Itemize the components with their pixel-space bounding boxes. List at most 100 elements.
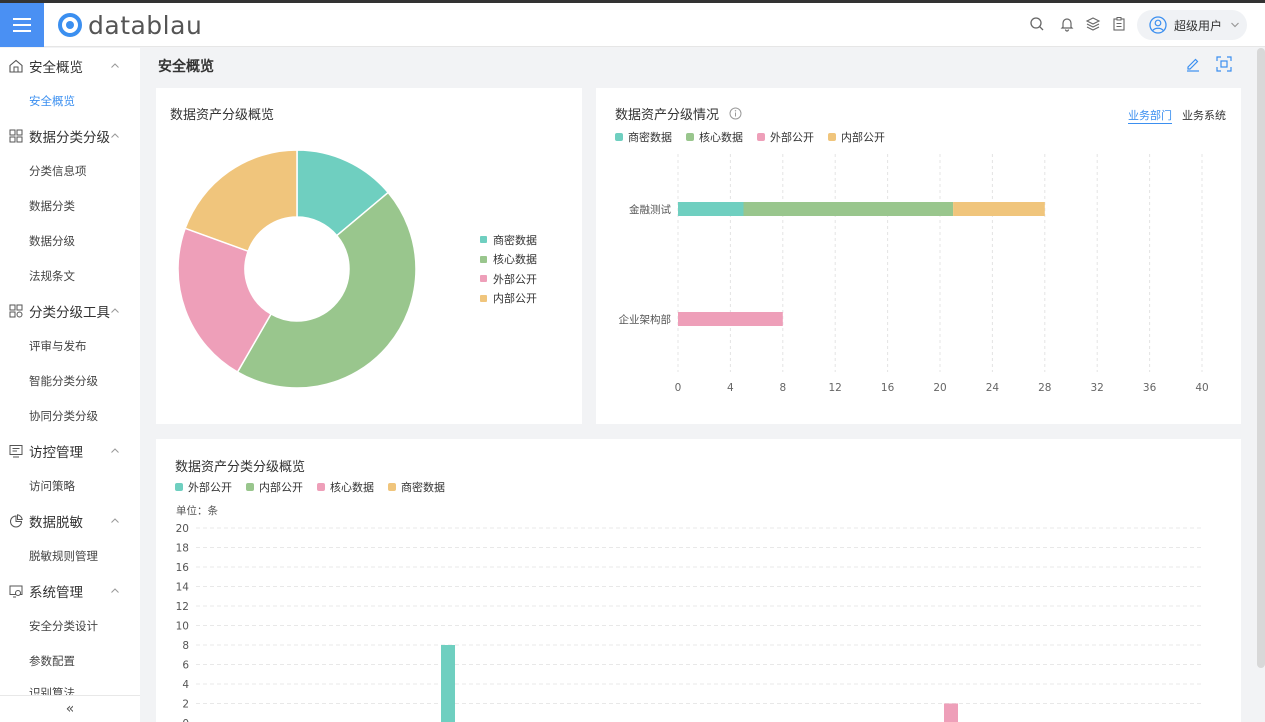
legend-item[interactable]: 商密数据 xyxy=(615,129,672,145)
sidebar-item-param-config[interactable]: 参数配置 xyxy=(0,643,140,678)
chevron-up-icon xyxy=(111,518,119,523)
legend-item[interactable]: 内部公开 xyxy=(480,289,537,309)
sidebar-item-classification-info[interactable]: 分类信息项 xyxy=(0,153,140,188)
legend-swatch xyxy=(175,483,183,491)
bar-segment[interactable] xyxy=(678,202,744,216)
x-tick-label: 36 xyxy=(1143,382,1157,394)
legend-swatch xyxy=(686,133,694,141)
x-tick-label: 8 xyxy=(779,382,786,394)
legend-item[interactable]: 商密数据 xyxy=(388,479,445,495)
bar-segment[interactable] xyxy=(743,202,954,216)
logo-mark-icon xyxy=(58,13,82,37)
legend-label: 外部公开 xyxy=(770,131,814,144)
chevron-down-icon xyxy=(1231,22,1239,28)
sidebar-item-security-classification-design[interactable]: 安全分类设计 xyxy=(0,608,140,643)
legend-label: 外部公开 xyxy=(188,481,232,494)
fullscreen-button[interactable] xyxy=(1216,56,1232,75)
legend-label: 商密数据 xyxy=(401,481,445,494)
sidebar-group-label: 访控管理 xyxy=(29,444,83,461)
legend-item[interactable]: 核心数据 xyxy=(480,250,537,270)
sidebar-item-masking-rules[interactable]: 脱敏规则管理 xyxy=(0,538,140,573)
logo-text: datablau xyxy=(88,10,203,40)
chevron-up-icon xyxy=(111,308,119,313)
page-scrollbar[interactable] xyxy=(1257,48,1265,668)
sidebar-group-security-overview[interactable]: 安全概览 xyxy=(0,48,140,83)
home-icon xyxy=(9,59,23,73)
sidebar-item-regulations[interactable]: 法规条文 xyxy=(0,258,140,293)
y-category-label: 金融测试 xyxy=(629,203,671,216)
toggle-business-department[interactable]: 业务部门 xyxy=(1128,109,1172,124)
legend-item[interactable]: 商密数据 xyxy=(480,230,537,250)
group-toggle: 业务部门 业务系统 xyxy=(1118,107,1226,124)
sidebar-item-access-policy[interactable]: 访问策略 xyxy=(0,468,140,503)
legend-item[interactable]: 外部公开 xyxy=(480,269,537,289)
layers-icon[interactable] xyxy=(1084,15,1102,33)
header-icons xyxy=(1020,15,1128,33)
vbar-legend: 外部公开 内部公开 核心数据 商密数据 xyxy=(175,479,459,495)
bar-segment[interactable] xyxy=(678,312,783,326)
y-tick-label: 16 xyxy=(176,562,190,574)
sidebar-item-data-grading[interactable]: 数据分级 xyxy=(0,223,140,258)
sidebar-item-collab-classification[interactable]: 协同分类分级 xyxy=(0,398,140,433)
legend-label: 商密数据 xyxy=(628,131,672,144)
sidebar-item-review-publish[interactable]: 评审与发布 xyxy=(0,328,140,363)
clipboard-icon[interactable] xyxy=(1110,15,1128,33)
legend-item[interactable]: 核心数据 xyxy=(686,129,743,145)
y-tick-label: 2 xyxy=(182,699,189,711)
menu-toggle-button[interactable] xyxy=(0,3,44,47)
sidebar-group-data-masking[interactable]: 数据脱敏 xyxy=(0,503,140,538)
settings-screen-icon xyxy=(9,585,23,597)
sidebar-item-security-overview[interactable]: 安全概览 xyxy=(0,83,140,118)
bar[interactable] xyxy=(441,645,455,722)
legend-label: 核心数据 xyxy=(699,131,743,144)
chevron-up-icon xyxy=(111,448,119,453)
sidebar-group-classification-tools[interactable]: 分类分级工具 xyxy=(0,293,140,328)
bar-segment[interactable] xyxy=(953,202,1045,216)
user-avatar-icon xyxy=(1149,16,1167,34)
legend-swatch xyxy=(757,133,765,141)
sidebar-group-label: 系统管理 xyxy=(29,584,83,601)
asset-grading-overview-card: 数据资产分级概览 商密数据 核心数据 外部公开 内部公开 xyxy=(156,88,582,424)
x-tick-label: 12 xyxy=(829,382,842,394)
sidebar-group-system-management[interactable]: 系统管理 xyxy=(0,573,140,608)
y-tick-label: 4 xyxy=(182,679,189,691)
legend-swatch xyxy=(828,133,836,141)
legend-item[interactable]: 核心数据 xyxy=(317,479,374,495)
tool-grid-icon xyxy=(9,304,23,317)
user-name: 超级用户 xyxy=(1174,18,1223,33)
pie-icon xyxy=(10,513,23,527)
legend-label: 外部公开 xyxy=(493,272,537,286)
sidebar-group-label: 分类分级工具 xyxy=(29,304,110,321)
sidebar-item-smart-classification[interactable]: 智能分类分级 xyxy=(0,363,140,398)
search-icon[interactable] xyxy=(1028,15,1046,33)
edit-icon xyxy=(1187,58,1199,72)
toggle-business-system[interactable]: 业务系统 xyxy=(1182,109,1226,122)
asset-grading-status-card: 数据资产分级情况 业务部门 业务系统 商密数据 核心数据 外部公开 内部公开 0 4… xyxy=(596,88,1241,424)
bell-icon[interactable] xyxy=(1058,15,1076,33)
sidebar-collapse-button[interactable]: « xyxy=(0,695,140,722)
legend-swatch xyxy=(480,294,487,302)
legend-item[interactable]: 外部公开 xyxy=(757,129,814,145)
edit-button[interactable] xyxy=(1185,56,1201,75)
logo[interactable]: datablau xyxy=(58,10,203,40)
top-header: datablau 超级用户 xyxy=(0,3,1265,47)
legend-item[interactable]: 外部公开 xyxy=(175,479,232,495)
legend-swatch xyxy=(317,483,325,491)
sidebar-item-data-classify[interactable]: 数据分类 xyxy=(0,188,140,223)
legend-swatch xyxy=(480,236,487,244)
sidebar-group-access-control[interactable]: 访控管理 xyxy=(0,433,140,468)
legend-item[interactable]: 内部公开 xyxy=(246,479,303,495)
legend-label: 内部公开 xyxy=(493,292,537,306)
legend-item[interactable]: 内部公开 xyxy=(828,129,885,145)
sidebar: 安全概览 安全概览 数据分类分级 分类信息项 数据分类 数据分级 法规条文 分类… xyxy=(0,48,140,722)
asset-classification-overview-card: 数据资产分类分级概览 外部公开 内部公开 核心数据 商密数据 单位：条 0 2 4 6… xyxy=(156,439,1241,722)
fullscreen-icon xyxy=(1216,56,1232,72)
sidebar-item-recognition-algorithm[interactable]: 识别算法 xyxy=(0,678,140,695)
chevron-up-icon xyxy=(111,133,119,138)
info-icon[interactable] xyxy=(729,107,742,120)
user-menu[interactable]: 超级用户 xyxy=(1137,10,1247,40)
donut-legend: 商密数据 核心数据 外部公开 内部公开 xyxy=(480,230,537,308)
sidebar-group-data-classification[interactable]: 数据分类分级 xyxy=(0,118,140,153)
y-tick-label: 14 xyxy=(176,582,190,594)
bar[interactable] xyxy=(944,703,958,722)
